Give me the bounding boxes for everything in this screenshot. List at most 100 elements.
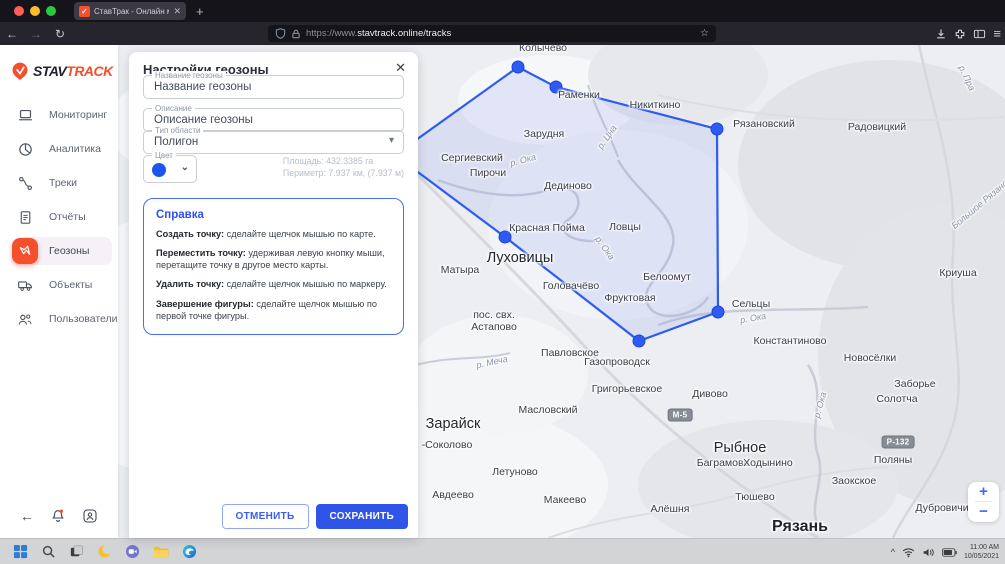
tracking-shield-icon[interactable] bbox=[275, 28, 286, 39]
polygon-vertex-handle[interactable] bbox=[512, 61, 524, 73]
reload-icon[interactable]: ↻ bbox=[48, 27, 72, 41]
sidebar-item-monitoring[interactable]: Мониторинг bbox=[12, 101, 112, 129]
url-scheme: https://www. bbox=[306, 28, 357, 39]
window-close-button[interactable] bbox=[14, 6, 24, 16]
edge-browser-icon[interactable] bbox=[182, 544, 197, 559]
color-picker[interactable]: Цвет ⌄ bbox=[143, 155, 197, 183]
map-place-label: Сельцы bbox=[732, 298, 770, 310]
chevron-down-icon[interactable]: ⌄ bbox=[181, 162, 189, 173]
road-badge: Р-132 bbox=[882, 436, 915, 449]
extensions-icon[interactable] bbox=[954, 28, 966, 40]
map-place-label: Криуша bbox=[939, 267, 976, 279]
stavtrack-favicon: ✓ bbox=[79, 6, 90, 17]
geozone-metrics: Площадь: 432.3385 га Периметр: 7.937 км,… bbox=[283, 156, 404, 180]
browser-tab[interactable]: ✓ СтавТрак - Онлайн мониторинг ✕ bbox=[74, 2, 186, 20]
map-place-label: Зарудня bbox=[524, 128, 564, 140]
sidebar-item-geozones[interactable]: Геозоны bbox=[12, 237, 112, 265]
window-zoom-button[interactable] bbox=[46, 6, 56, 16]
new-tab-button[interactable]: + bbox=[196, 4, 204, 19]
area-value: Площадь: 432.3385 га bbox=[283, 156, 404, 168]
url-host: stavtrack.online/tracks bbox=[357, 28, 451, 39]
road-badge: М-5 bbox=[668, 409, 693, 422]
map-place-label: Дубровичи bbox=[915, 502, 968, 514]
zoom-out-button[interactable]: − bbox=[968, 502, 999, 521]
area-type-label: Тип области bbox=[152, 126, 203, 135]
map-place-label: Макеево bbox=[544, 494, 586, 506]
map-place-label: Авдеево bbox=[432, 489, 474, 501]
tab-title: СтавТрак - Онлайн мониторинг bbox=[94, 7, 169, 16]
url-bar[interactable]: https://www.stavtrack.online/tracks ☆ bbox=[268, 25, 716, 42]
color-label: Цвет bbox=[152, 151, 176, 160]
cancel-button[interactable]: ОТМЕНИТЬ bbox=[222, 504, 309, 529]
map-zoom-control: + − bbox=[968, 482, 999, 522]
battery-icon[interactable] bbox=[942, 548, 957, 557]
sidebar-item-tracks[interactable]: Треки bbox=[12, 169, 112, 197]
zoom-in-button[interactable]: + bbox=[968, 482, 999, 501]
sidebar-item-label: Пользователи bbox=[49, 313, 118, 325]
sidebar: STAVTRACK Мониторинг Аналитика Треки Отч… bbox=[0, 45, 118, 538]
search-icon[interactable] bbox=[41, 544, 56, 559]
sidebar-item-reports[interactable]: Отчёты bbox=[12, 203, 112, 231]
help-item: Завершение фигуры: сделайте щелчок мышью… bbox=[156, 298, 391, 322]
tray-date: 10/05/2021 bbox=[964, 552, 999, 561]
tray-chevron-icon[interactable]: ^ bbox=[891, 547, 895, 557]
window-minimize-button[interactable] bbox=[30, 6, 40, 16]
map-place-label: -Соколово bbox=[422, 439, 473, 451]
file-explorer-icon[interactable] bbox=[153, 545, 169, 559]
panel-close-icon[interactable]: ✕ bbox=[395, 60, 406, 76]
bookmark-star-icon[interactable]: ☆ bbox=[700, 28, 709, 39]
geozone-name-value[interactable]: Название геозоны bbox=[154, 81, 251, 93]
menu-icon[interactable]: ≡ bbox=[993, 26, 1001, 41]
map-place-label: Раменки bbox=[558, 89, 600, 101]
browser-tab-bar: ✓ СтавТрак - Онлайн мониторинг ✕ + bbox=[0, 0, 1005, 22]
taskbar: ^ 11:00 AM 10/05/2021 bbox=[0, 538, 1005, 564]
sidebar-item-objects[interactable]: Объекты bbox=[12, 271, 112, 299]
map-place-label: Сергиевский bbox=[441, 152, 503, 164]
system-tray: ^ 11:00 AM 10/05/2021 bbox=[891, 539, 999, 564]
wifi-icon[interactable] bbox=[902, 547, 915, 558]
map-place-label: Головачёво bbox=[543, 280, 599, 292]
chat-app-icon[interactable] bbox=[125, 544, 140, 559]
back-icon[interactable]: ← bbox=[0, 27, 24, 41]
monitor-icon bbox=[12, 102, 38, 128]
clock[interactable]: 11:00 AM 10/05/2021 bbox=[964, 543, 999, 561]
night-mode-app-icon[interactable] bbox=[97, 544, 112, 559]
stavtrack-logo-icon bbox=[10, 61, 30, 81]
browser-nav-bar: ← → ↻ https://www.stavtrack.online/track… bbox=[0, 22, 1005, 45]
polygon-vertex-handle[interactable] bbox=[712, 306, 724, 318]
geozone-description-label: Описание bbox=[152, 104, 195, 113]
map-place-label: пос. свх. bbox=[473, 309, 515, 321]
notifications-bell-icon[interactable] bbox=[50, 508, 66, 524]
geozone-description-value[interactable]: Описание геозоны bbox=[154, 114, 253, 126]
url-text[interactable]: https://www.stavtrack.online/tracks bbox=[306, 28, 695, 39]
geozone-settings-panel: Настройки геозоны ✕ Название геозоны Наз… bbox=[129, 52, 418, 538]
sidebar-item-analytics[interactable]: Аналитика bbox=[12, 135, 112, 163]
map-place-label: Ловцы bbox=[609, 221, 641, 233]
save-button[interactable]: СОХРАНИТЬ bbox=[316, 504, 408, 529]
map-place-label: Дединово bbox=[544, 180, 592, 192]
tab-close-icon[interactable]: ✕ bbox=[173, 6, 181, 17]
polygon-vertex-handle[interactable] bbox=[711, 123, 723, 135]
perimeter-value: Периметр: 7.937 км, (7.937 м) bbox=[283, 168, 404, 180]
account-icon[interactable] bbox=[82, 508, 98, 524]
lock-icon[interactable] bbox=[291, 29, 301, 39]
collapse-sidebar-icon[interactable]: ← bbox=[20, 508, 34, 524]
logo-text-track: TRACK bbox=[66, 63, 113, 79]
map-place-label: Заокское bbox=[832, 475, 876, 487]
desktop: ✓ СтавТрак - Онлайн мониторинг ✕ + ← → ↻… bbox=[0, 0, 1005, 564]
geozone-name-field[interactable]: Название геозоны Название геозоны bbox=[143, 75, 404, 99]
start-button-icon[interactable] bbox=[13, 544, 28, 559]
map-place-label: Астапово bbox=[471, 321, 517, 333]
sidebar-item-users[interactable]: Пользователи bbox=[12, 305, 112, 333]
forward-icon[interactable]: → bbox=[24, 27, 48, 41]
help-title: Справка bbox=[156, 209, 391, 221]
task-view-icon[interactable] bbox=[69, 544, 84, 559]
volume-icon[interactable] bbox=[922, 547, 935, 558]
sidebar-toggle-icon[interactable] bbox=[973, 28, 986, 40]
area-type-select[interactable]: Тип области Полигон ▾ bbox=[143, 130, 404, 154]
clipboard-icon bbox=[12, 204, 38, 230]
polygon-vertex-handle[interactable] bbox=[633, 335, 645, 347]
map-place-label: Летуново bbox=[492, 466, 538, 478]
color-swatch[interactable] bbox=[152, 163, 166, 177]
downloads-icon[interactable] bbox=[935, 28, 947, 40]
